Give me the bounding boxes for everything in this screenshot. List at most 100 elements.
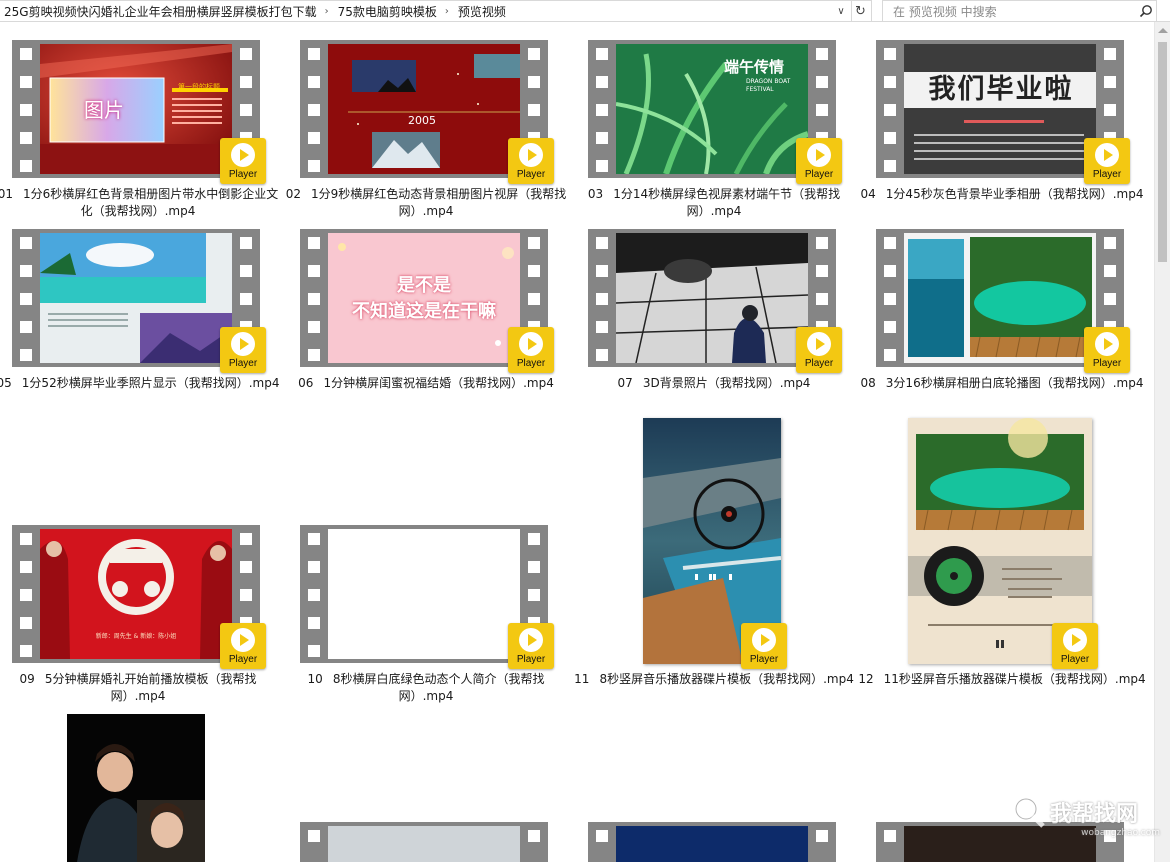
address-bar[interactable]: 25G剪映视频快闪婚礼企业年会相册横屏竖屏模板打包下载 › 75款电脑剪映模板 … — [0, 0, 852, 22]
film-sprocket-hole — [308, 293, 320, 305]
film-sprocket-hole — [20, 561, 32, 573]
film-sprocket-hole — [596, 160, 608, 172]
player-badge[interactable]: Player — [220, 623, 266, 669]
film-sprocket-hole — [816, 265, 828, 277]
breadcrumb-chevron-icon[interactable]: › — [320, 6, 334, 17]
film-sprocket-hole — [1104, 76, 1116, 88]
player-badge[interactable]: Player — [220, 327, 266, 373]
preview-line2: 不知道这是在干嘛 — [352, 301, 496, 322]
scrollbar-thumb[interactable] — [1158, 42, 1167, 262]
film-sprocket-hole — [20, 265, 32, 277]
film-sprocket-hole — [596, 321, 608, 333]
video-preview: 端午传情 DRAGON BOAT FESTIVAL — [616, 44, 808, 174]
film-sprocket-hole — [1104, 265, 1116, 277]
magnifier-logo-icon — [1014, 797, 1045, 828]
search-icon[interactable] — [1139, 4, 1153, 18]
player-badge[interactable]: Player — [508, 138, 554, 184]
film-sprocket-hole — [884, 104, 896, 116]
player-badge[interactable]: Player — [220, 138, 266, 184]
film-sprocket-hole — [240, 589, 252, 601]
search-input[interactable]: 在 预览视频 中搜索 — [882, 0, 1157, 22]
film-sprocket-hole — [884, 160, 896, 172]
file-name[interactable]: 02 1分9秒横屏红色动态背景相册图片视屏（我帮找网）.mp4 — [282, 186, 570, 220]
watermark-url: wobangzhao.com — [1081, 828, 1160, 838]
file-name[interactable]: 07 3D背景照片（我帮找网）.mp4 — [570, 375, 858, 392]
preview-subtitle: DRAGON BOAT FESTIVAL — [746, 78, 791, 93]
video-preview: 是不是 不知道这是在干嘛 — [328, 233, 520, 363]
player-badge[interactable]: Player — [1052, 623, 1098, 669]
film-sprocket-hole — [528, 830, 540, 842]
film-sprocket-hole — [240, 293, 252, 305]
film-sprocket-hole — [308, 160, 320, 172]
file-name[interactable]: 09 5分钟横屏婚礼开始前播放模板（我帮找网）.mp4 — [0, 671, 282, 705]
video-preview — [328, 529, 520, 659]
file-name[interactable]: 11 8秒竖屏音乐播放器碟片模板（我帮找网）.mp4 — [570, 671, 858, 688]
file-name[interactable]: 08 3分16秒横屏相册白底轮播图（我帮找网）.mp4 — [858, 375, 1146, 392]
film-sprocket-hole — [240, 76, 252, 88]
preview-art — [40, 44, 232, 174]
film-sprocket-hole — [596, 132, 608, 144]
breadcrumb-chevron-icon[interactable]: › — [440, 6, 454, 17]
breadcrumb-item-2[interactable]: 75款电脑剪映模板 — [334, 3, 440, 20]
film-sprocket-hole — [240, 561, 252, 573]
file-name[interactable]: 03 1分14秒横屏绿色视屏素材端午节（我帮找网）.mp4 — [570, 186, 858, 220]
video-preview: 2005 — [328, 44, 520, 174]
file-name[interactable]: 06 1分钟横屏闺蜜祝福结婚（我帮找网）.mp4 — [282, 375, 570, 392]
file-name[interactable]: 10 8秒横屏白底绿色动态个人简介（我帮找网）.mp4 — [282, 671, 570, 705]
film-sprocket-hole — [240, 48, 252, 60]
film-sprocket-hole — [596, 48, 608, 60]
player-badge[interactable]: Player — [741, 623, 787, 669]
player-badge[interactable]: Player — [508, 623, 554, 669]
film-sprocket-hole — [308, 617, 320, 629]
file-name[interactable]: 12 11秒竖屏音乐播放器碟片模板（我帮找网）.mp4 — [858, 671, 1146, 688]
video-thumbnail[interactable] — [300, 822, 548, 862]
play-icon — [1095, 332, 1119, 356]
player-badge[interactable]: Player — [1084, 138, 1130, 184]
breadcrumb-item-1[interactable]: 25G剪映视频快闪婚礼企业年会相册横屏竖屏模板打包下载 — [0, 3, 320, 20]
video-preview — [40, 233, 232, 363]
refresh-button[interactable]: ↻ — [850, 0, 872, 22]
film-sprocket-hole — [816, 237, 828, 249]
film-sprocket-hole — [528, 237, 540, 249]
scroll-up-icon[interactable] — [1158, 28, 1168, 33]
explorer-toolbar: 25G剪映视频快闪婚礼企业年会相册横屏竖屏模板打包下载 › 75款电脑剪映模板 … — [0, 0, 1170, 22]
film-sprocket-hole — [528, 533, 540, 545]
preview-art — [67, 714, 205, 862]
vertical-scrollbar[interactable] — [1154, 22, 1170, 862]
play-icon — [519, 332, 543, 356]
preview-title: 端午传情 — [724, 58, 785, 76]
film-sprocket-hole — [308, 830, 320, 842]
file-name[interactable]: 04 1分45秒灰色背景毕业季相册（我帮找网）.mp4 — [858, 186, 1146, 203]
film-sprocket-hole — [1104, 293, 1116, 305]
film-sprocket-hole — [596, 265, 608, 277]
video-thumbnail[interactable] — [67, 714, 205, 862]
play-icon — [807, 143, 831, 167]
film-sprocket-hole — [308, 589, 320, 601]
film-sprocket-hole — [884, 830, 896, 842]
player-badge[interactable]: Player — [796, 327, 842, 373]
film-sprocket-hole — [240, 533, 252, 545]
chevron-down-icon[interactable]: ∨ — [832, 1, 850, 21]
player-badge[interactable]: Player — [508, 327, 554, 373]
player-badge[interactable]: Player — [1084, 327, 1130, 373]
film-sprocket-hole — [596, 830, 608, 842]
preview-heading: 第一段的标题 — [178, 83, 220, 91]
breadcrumb-item-3[interactable]: 预览视频 — [454, 3, 509, 20]
film-sprocket-hole — [596, 237, 608, 249]
film-sprocket-hole — [528, 561, 540, 573]
film-sprocket-hole — [20, 533, 32, 545]
file-name[interactable]: 01 1分6秒横屏红色背景相册图片带水中倒影企业文化（我帮找网）.mp4 — [0, 186, 282, 220]
film-sprocket-hole — [596, 104, 608, 116]
watermark: 我帮找网 wobangzhao.com — [1012, 790, 1162, 838]
film-sprocket-hole — [308, 533, 320, 545]
preview-art — [616, 233, 808, 363]
video-preview: 新郎：周先生 & 新娘：陈小姐 — [40, 529, 232, 659]
video-thumbnail[interactable] — [588, 822, 836, 862]
film-sprocket-hole — [308, 349, 320, 361]
film-sprocket-hole — [308, 265, 320, 277]
film-sprocket-hole — [20, 48, 32, 60]
film-sprocket-hole — [308, 76, 320, 88]
play-icon — [231, 143, 255, 167]
player-badge[interactable]: Player — [796, 138, 842, 184]
file-name[interactable]: 05 1分52秒横屏毕业季照片显示（我帮找网）.mp4 — [0, 375, 282, 392]
